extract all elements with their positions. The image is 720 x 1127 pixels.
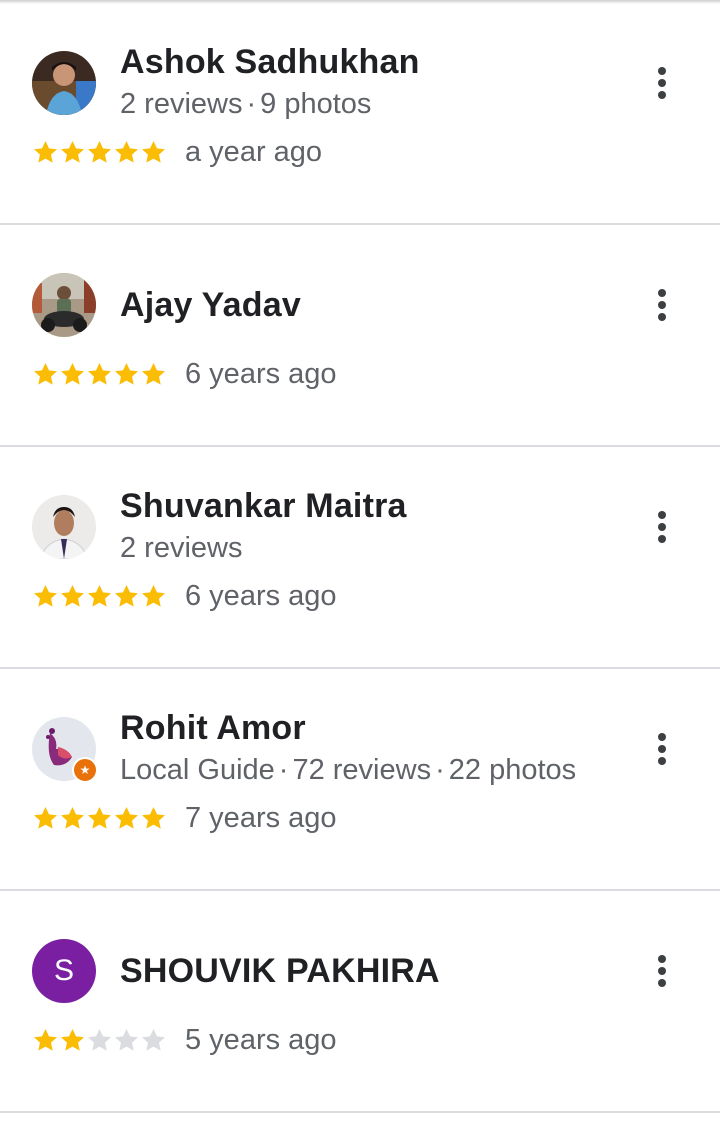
review-item: S SHOUVIK PAKHIRA 5 years ago [0,891,720,1113]
star-filled-icon [88,362,111,385]
meta-separator: · [435,754,445,786]
reviewer-name[interactable]: Shuvankar Maitra [120,487,407,526]
star-filled-icon [142,806,165,829]
star-empty-icon [88,1028,111,1051]
more-vert-icon [658,511,666,519]
photo-count: 22 photos [448,754,577,786]
star-filled-icon [88,806,111,829]
star-filled-icon [115,806,138,829]
star-filled-icon [61,584,84,607]
local-guide-label: Local Guide [120,754,275,786]
reviewer-avatar[interactable]: ★ [32,717,98,783]
star-empty-icon [142,1028,165,1051]
reviewer-avatar[interactable] [32,273,96,337]
more-vert-dot [658,967,666,975]
more-options-button[interactable] [644,285,680,325]
local-guide-badge-icon: ★ [72,757,98,783]
star-filled-icon [34,1028,57,1051]
star-filled-icon [115,140,138,163]
rating-row: 7 years ago [32,800,337,836]
rating-row: a year ago [32,134,322,170]
reviewer-avatar[interactable]: S [32,939,96,1003]
rating-row: 5 years ago [32,1022,337,1058]
review-item: Ashok Sadhukhan 2 reviews · 9 photos a yea… [0,3,720,225]
star-rating [32,805,167,832]
reviewer-name[interactable]: Ajay Yadav [120,286,301,325]
more-options-button[interactable] [644,951,680,991]
star-filled-icon [88,584,111,607]
star-rating [32,1027,167,1054]
review-count: 2 reviews [120,88,243,120]
more-vert-dot [658,979,666,987]
more-options-button[interactable] [644,63,680,103]
review-item: ★ Rohit Amor Local Guide · 72 reviews · 22 p… [0,669,720,891]
more-vert-icon [658,67,666,75]
star-filled-icon [34,584,57,607]
star-rating [32,139,167,166]
reviewer-name[interactable]: Ashok Sadhukhan [120,43,420,82]
reviewer-meta: Local Guide · 72 reviews · 22 photos [120,754,576,787]
reviewer-meta: 2 reviews [120,532,243,565]
review-time: 5 years ago [185,1023,337,1056]
reviewer-name[interactable]: Rohit Amor [120,709,306,748]
avatar-letter: S [32,939,96,1003]
more-options-button[interactable] [644,507,680,547]
more-vert-dot [658,313,666,321]
meta-separator: · [246,88,257,120]
avatar-photo [32,273,96,337]
star-filled-icon [34,806,57,829]
reviewer-meta: 2 reviews · 9 photos [120,88,371,121]
star-filled-icon [142,362,165,385]
more-vert-icon [658,289,666,297]
star-filled-icon [34,362,57,385]
review-count: 72 reviews [292,754,432,786]
review-item: Ajay Yadav 6 years ago [0,225,720,447]
star-filled-icon [115,584,138,607]
review-list: Ashok Sadhukhan 2 reviews · 9 photos a yea… [0,3,720,1113]
rating-row: 6 years ago [32,578,337,614]
star-filled-icon [115,362,138,385]
review-time: 6 years ago [185,579,337,612]
star-filled-icon [61,140,84,163]
meta-separator: · [278,754,289,786]
avatar-photo [32,51,96,115]
more-vert-dot [658,301,666,309]
review-time: 6 years ago [185,357,337,390]
star-filled-icon [88,140,111,163]
review-item: Shuvankar Maitra 2 reviews 6 years ago [0,447,720,669]
avatar-photo [32,495,96,559]
star-filled-icon [61,362,84,385]
rating-row: 6 years ago [32,356,337,392]
star-filled-icon [142,140,165,163]
review-count: 2 reviews [120,532,243,564]
review-time: 7 years ago [185,801,337,834]
more-vert-icon [658,955,666,963]
review-time: a year ago [185,135,323,168]
star-filled-icon [34,140,57,163]
star-filled-icon [61,806,84,829]
star-filled-icon [142,584,165,607]
reviewer-avatar[interactable] [32,51,96,115]
more-vert-icon [658,733,666,741]
more-vert-dot [658,757,666,765]
star-rating [32,361,167,388]
photo-count: 9 photos [260,88,372,120]
reviewer-avatar[interactable] [32,495,96,559]
more-vert-dot [658,91,666,99]
more-options-button[interactable] [644,729,680,769]
star-empty-icon [115,1028,138,1051]
reviewer-name[interactable]: SHOUVIK PAKHIRA [120,952,440,991]
more-vert-dot [658,79,666,87]
more-vert-dot [658,523,666,531]
star-filled-icon [61,1028,84,1051]
more-vert-dot [658,745,666,753]
star-rating [32,583,167,610]
more-vert-dot [658,535,666,543]
